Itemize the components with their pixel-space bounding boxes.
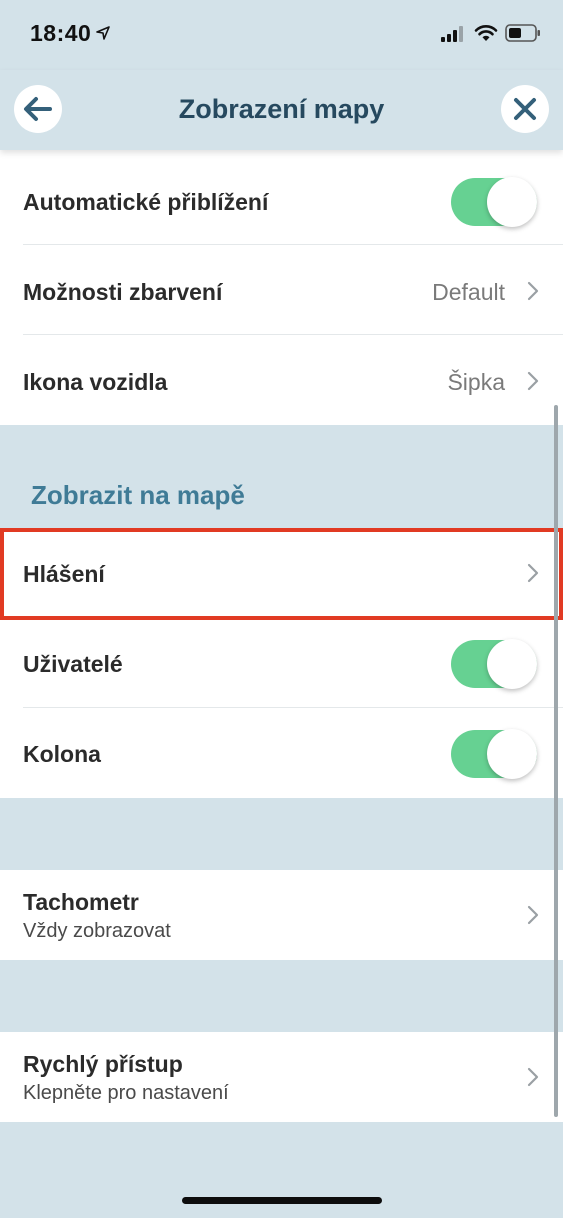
users-toggle[interactable] [451, 639, 537, 689]
color-options-value: Default [432, 279, 505, 305]
toggle-knob [487, 177, 537, 227]
screen: 18:40 Zobrazení mapy Automatické přiblíž… [0, 0, 563, 1218]
speedometer-label: Tachometr [23, 889, 139, 915]
users-label: Uživatelé [23, 651, 123, 677]
battery-icon [505, 24, 540, 42]
general-settings-card: Automatické přiblížení Možnosti zbarvení… [0, 150, 563, 425]
convoy-toggle[interactable] [451, 729, 537, 779]
toggle-knob [487, 639, 537, 689]
chevron-right-icon [527, 905, 539, 925]
quick-access-subtitle: Klepněte pro nastavení [23, 1082, 229, 1104]
auto-zoom-row[interactable]: Automatické přiblížení [0, 155, 563, 245]
color-options-row[interactable]: Možnosti zbarvení Default [0, 245, 563, 335]
scrollbar[interactable] [554, 405, 558, 1117]
quick-access-card: Rychlý přístup Klepněte pro nastavení [0, 1032, 563, 1122]
speedometer-subtitle: Vždy zobrazovat [23, 920, 171, 942]
settings-list: Automatické přiblížení Možnosti zbarvení… [0, 150, 563, 1218]
quick-access-label: Rychlý přístup [23, 1051, 183, 1077]
chevron-right-icon [527, 371, 539, 391]
convoy-row[interactable]: Kolona [0, 708, 563, 798]
cellular-signal-icon [441, 26, 463, 42]
arrow-left-icon [24, 97, 52, 121]
quick-access-row[interactable]: Rychlý přístup Klepněte pro nastavení [0, 1032, 563, 1122]
wifi-icon [474, 25, 498, 41]
page-title: Zobrazení mapy [178, 94, 385, 124]
speedometer-row[interactable]: Tachometr Vždy zobrazovat [0, 870, 563, 960]
vehicle-icon-row[interactable]: Ikona vozidla Šipka [0, 335, 563, 425]
vehicle-icon-label: Ikona vozidla [23, 369, 168, 395]
convoy-label: Kolona [23, 741, 101, 767]
auto-zoom-toggle[interactable] [451, 177, 537, 227]
close-icon [514, 98, 536, 120]
chevron-right-icon [527, 1067, 539, 1087]
auto-zoom-label: Automatické přiblížení [23, 189, 269, 215]
chevron-right-icon [527, 281, 539, 301]
users-row[interactable]: Uživatelé [0, 618, 563, 708]
status-time: 18:40 [30, 20, 92, 46]
home-indicator[interactable] [182, 1197, 382, 1204]
navigation-header: Zobrazení mapy [0, 70, 563, 150]
speedometer-card: Tachometr Vždy zobrazovat [0, 870, 563, 960]
status-bar: 18:40 [0, 0, 563, 70]
highlight-annotation [0, 528, 563, 620]
section-title: Zobrazit na mapě [31, 480, 245, 510]
vehicle-icon-value: Šipka [447, 369, 505, 395]
back-button[interactable] [14, 85, 62, 133]
color-options-label: Možnosti zbarvení [23, 279, 223, 305]
location-arrow-icon [96, 26, 110, 40]
close-button[interactable] [501, 85, 549, 133]
toggle-knob [487, 729, 537, 779]
